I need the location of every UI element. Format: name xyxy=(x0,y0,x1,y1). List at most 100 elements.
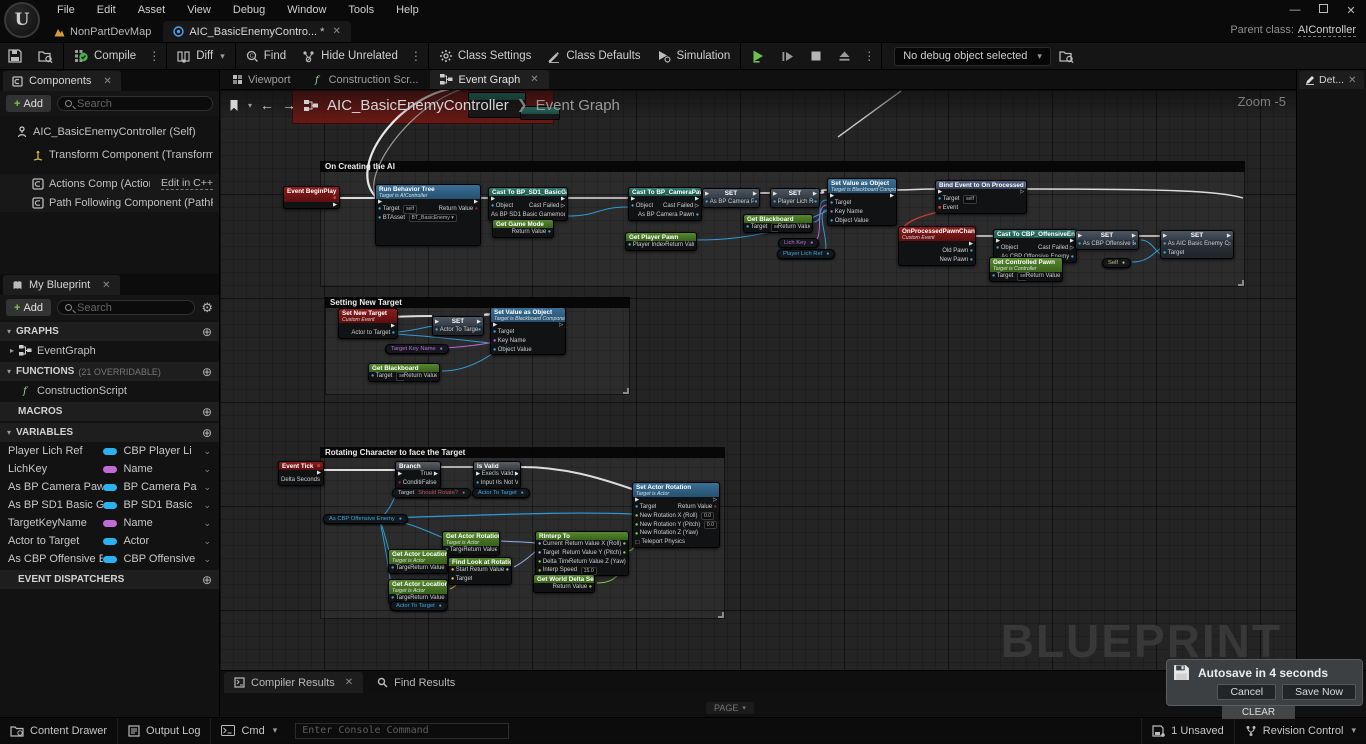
tab-viewport[interactable]: Viewport xyxy=(222,70,301,89)
hide-unrelated-kebab-icon[interactable]: ⋮ xyxy=(406,49,426,63)
event-graph-canvas[interactable]: ▾ ← → AIC_BasicEnemyController ❯ Event G… xyxy=(220,90,1296,670)
close-icon[interactable]: ✕ xyxy=(103,76,111,87)
cast-to-bp-camerapawn[interactable]: Cast To BP_CameraPawn▶▶●ObjectCast Faile… xyxy=(628,187,702,221)
parent-class-link[interactable]: AIController xyxy=(1298,24,1356,37)
variable-player-lich-ref[interactable]: Player Lich RefCBP Player Li⌄ xyxy=(0,442,219,460)
menu-file[interactable]: File xyxy=(46,0,86,20)
debug-browse-button[interactable] xyxy=(1051,42,1082,70)
settings-gear-icon[interactable]: ⚙ xyxy=(201,300,213,316)
var-target-key-name[interactable]: Target Key Name● xyxy=(385,344,449,354)
get-actor-rotation[interactable]: Get Actor RotationTarget is Actor●Target… xyxy=(442,531,500,556)
variable-as-cbp-offensive-enemy[interactable]: As CBP Offensive EnemyCBP Offensive⌄ xyxy=(0,550,219,568)
variable-as-bp-camera-pawn[interactable]: As BP Camera PawnBP Camera Pa⌄ xyxy=(0,478,219,496)
menu-debug[interactable]: Debug xyxy=(222,0,276,20)
close-icon[interactable]: ✕ xyxy=(345,677,353,688)
tab-find-results[interactable]: Find Results xyxy=(367,672,465,693)
get-blackboard-1[interactable]: Get Blackboard●TargetselfReturn Value● xyxy=(743,214,813,233)
var-self[interactable]: Self● xyxy=(1102,258,1131,268)
add-icon[interactable]: ⊕ xyxy=(202,325,212,339)
set-as-bp-camera-pawn[interactable]: ▶SET▶●As BP Camera Pawn● xyxy=(702,188,760,208)
set-value-as-object-1[interactable]: Set Value as ObjectTarget is Blackboard … xyxy=(827,178,897,226)
is-valid[interactable]: Is Valid▶ExecIs Valid▶●Input ObjectIs No… xyxy=(473,461,521,489)
component-item-path[interactable]: Path Following Component (PathFollowing xyxy=(0,193,219,212)
set-new-target-event[interactable]: Set New TargetCustom Event▶Actor to Targ… xyxy=(338,308,398,339)
var-lich-key[interactable]: Lich Key● xyxy=(778,238,819,248)
simulation-button[interactable]: Simulation xyxy=(649,42,739,70)
tab-components[interactable]: Components ✕ xyxy=(3,71,121,91)
menu-asset[interactable]: Asset xyxy=(127,0,177,20)
set-value-as-object-2[interactable]: Set Value as ObjectTarget is Blackboard … xyxy=(490,307,566,355)
add-icon[interactable]: ⊕ xyxy=(202,426,212,440)
page-selector[interactable]: PAGE▾ xyxy=(706,702,754,714)
revision-control-button[interactable]: Revision Control ▾ xyxy=(1235,718,1366,744)
add-component-button[interactable]: +Add xyxy=(6,95,51,112)
set-as-aic-basic-enemy-controller[interactable]: ▶SET▶●As AIC Basic Enemy Controller▷●Tar… xyxy=(1160,230,1234,259)
visibility-icon[interactable]: ⌄ xyxy=(203,554,211,565)
find-button[interactable]: CFind xyxy=(238,42,294,70)
stop-button[interactable] xyxy=(802,42,830,70)
autosave-cancel-button[interactable]: Cancel xyxy=(1217,684,1276,700)
console-command-input[interactable] xyxy=(295,723,509,739)
event-tick[interactable]: Event Tick■▶Delta Seconds● xyxy=(278,461,324,486)
set-player-lich-ref[interactable]: ▶SET▶●Player Lich Ref● xyxy=(770,188,820,208)
visibility-icon[interactable]: ⌄ xyxy=(203,500,211,511)
section-event-dispatchers[interactable]: EVENT DISPATCHERS⊕ xyxy=(0,570,219,589)
unsaved-button[interactable]: 1 Unsaved xyxy=(1142,718,1234,744)
tab-compiler-results[interactable]: Compiler Results✕ xyxy=(224,672,363,693)
section-functions[interactable]: ▾FUNCTIONS(21 OVERRIDABLE)⊕ xyxy=(0,362,219,381)
visibility-icon[interactable]: ⌄ xyxy=(203,464,211,475)
visibility-icon[interactable]: ⌄ xyxy=(203,446,211,457)
bookmark-icon[interactable] xyxy=(228,99,240,112)
var-as-cbp-offensive-enemy[interactable]: As CBP Offensive Enemy● xyxy=(323,514,408,524)
item-eventgraph[interactable]: ▸EventGraph xyxy=(0,341,219,360)
visibility-icon[interactable]: ⌄ xyxy=(203,482,211,493)
get-actor-location-1[interactable]: Get Actor LocationTarget is Actor●Target… xyxy=(388,549,448,574)
close-button[interactable]: ✕ xyxy=(1342,4,1360,17)
get-world-delta-seconds[interactable]: Get World Delta SecondsReturn Value● xyxy=(533,574,595,593)
compile-button[interactable]: Compile xyxy=(66,42,144,70)
cmd-button[interactable]: Cmd ▾ xyxy=(211,718,287,744)
save-button[interactable] xyxy=(0,42,30,70)
minimize-button[interactable]: — xyxy=(1286,4,1304,16)
add-icon[interactable]: ⊕ xyxy=(202,365,212,379)
maximize-button[interactable] xyxy=(1314,4,1332,16)
comment-resize-handle[interactable] xyxy=(718,612,724,618)
doc-tab-nonpartdevmap[interactable]: NonPartDevMap xyxy=(44,21,161,42)
component-item-aic-basicenemycontroller[interactable]: AIC_BasicEnemyController (Self) xyxy=(0,122,219,141)
var-actor-to-target-1[interactable]: Actor To Target● xyxy=(472,488,530,498)
run-behavior-tree[interactable]: Run Behavior TreeTarget is AIController▶… xyxy=(375,184,481,246)
menu-edit[interactable]: Edit xyxy=(86,0,127,20)
var-actor-to-target-2[interactable]: Actor To Target● xyxy=(390,601,448,611)
component-item-actions[interactable]: Actions Comp (ActionsComp)Edit in C++ xyxy=(0,174,219,193)
var-player-lich-ref-1[interactable]: Player Lich Ref● xyxy=(777,249,835,259)
menu-tools[interactable]: Tools xyxy=(337,0,385,20)
variable-actor-to-target[interactable]: Actor to TargetActor⌄ xyxy=(0,532,219,550)
play-button[interactable] xyxy=(743,42,773,70)
set-as-cbp-offensive-enemy[interactable]: ▶SET▶●As CBP Offensive Enemy● xyxy=(1075,230,1139,250)
get-controlled-pawn[interactable]: Get Controlled PawnTarget is Controller●… xyxy=(989,257,1063,282)
menu-window[interactable]: Window xyxy=(276,0,337,20)
add-icon[interactable]: ⊕ xyxy=(202,573,212,587)
back-arrow-icon[interactable]: ← xyxy=(260,97,274,113)
close-icon[interactable]: ✕ xyxy=(102,280,110,291)
close-icon[interactable]: ✕ xyxy=(530,74,538,85)
diff-button[interactable]: Diff▾ xyxy=(169,42,233,70)
tab-my-blueprint[interactable]: My Blueprint ✕ xyxy=(3,275,120,295)
chevron-down-icon[interactable]: ▾ xyxy=(248,101,252,110)
menu-help[interactable]: Help xyxy=(385,0,430,20)
hide-unrelated-button[interactable]: Hide Unrelated xyxy=(294,42,406,70)
tab-construction-scr-[interactable]: fConstruction Scr... xyxy=(303,70,429,89)
class-settings-button[interactable]: Class Settings xyxy=(431,42,540,70)
play-options-kebab-icon[interactable]: ⋮ xyxy=(859,49,879,63)
autosave-save-now-button[interactable]: Save Now xyxy=(1282,684,1356,700)
var-should-rotate[interactable]: TargetShould Rotate?● xyxy=(392,488,471,498)
clear-button[interactable]: CLEAR xyxy=(1222,706,1295,719)
my-blueprint-search-input[interactable]: Search xyxy=(57,300,195,315)
comment-resize-handle[interactable] xyxy=(623,388,629,394)
rinterp-to[interactable]: RInterp To●CurrentReturn Value X (Roll)●… xyxy=(535,531,629,576)
tab-event-graph[interactable]: Event Graph✕ xyxy=(430,70,548,89)
component-item-transform[interactable]: Transform Component (TransformCompo xyxy=(0,145,219,164)
get-blackboard-2[interactable]: Get Blackboard●TargetselfReturn Value● xyxy=(368,363,440,382)
section-graphs[interactable]: ▾GRAPHS⊕ xyxy=(0,322,219,341)
close-icon[interactable]: ✕ xyxy=(332,26,340,37)
